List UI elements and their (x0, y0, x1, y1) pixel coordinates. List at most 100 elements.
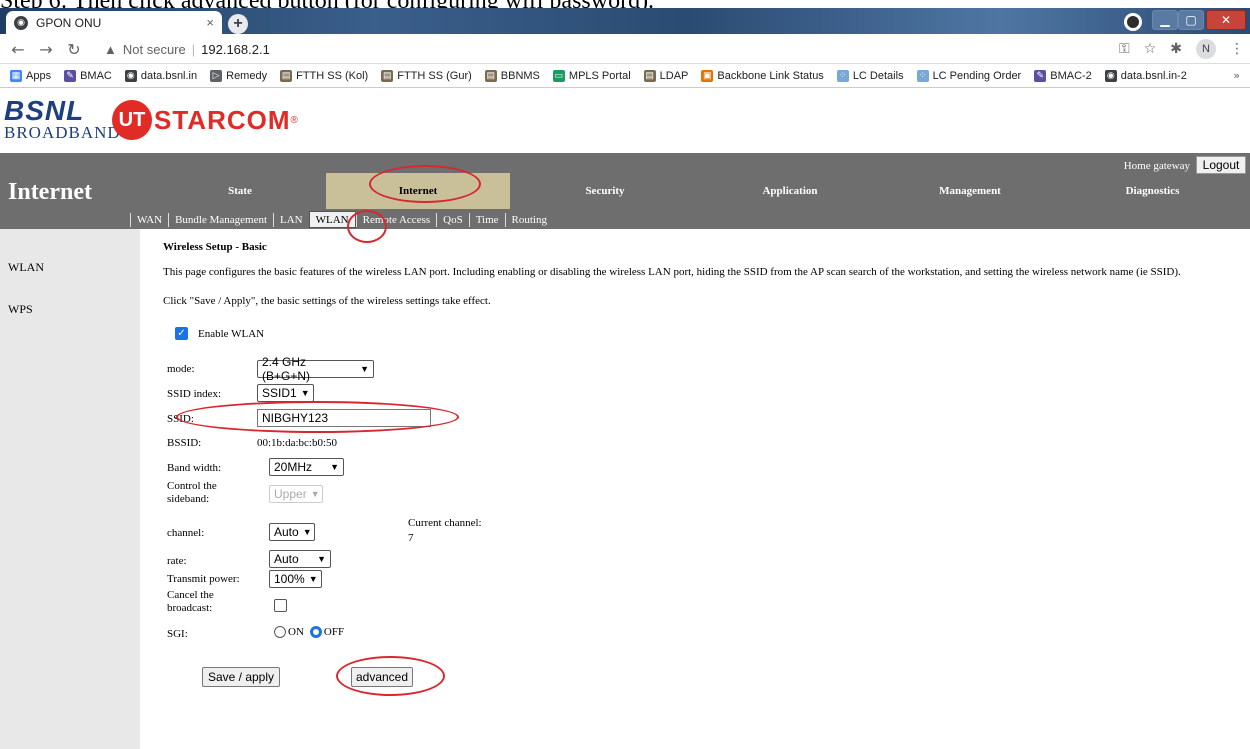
tab-state[interactable]: State (155, 173, 325, 209)
address-bar[interactable]: ▲ Not secure | 192.168.2.1 (100, 38, 1100, 60)
subtab-routing[interactable]: Routing (504, 212, 553, 227)
page-instruction: Click "Save / Apply", the basic settings… (163, 295, 491, 307)
logout-button[interactable]: Logout (1196, 156, 1246, 174)
transmit-power-select[interactable]: 100% ▼ (269, 570, 322, 588)
chevron-down-icon: ▼ (360, 364, 369, 374)
registered-mark: ® (290, 114, 298, 126)
tab-management[interactable]: Management (880, 173, 1060, 209)
mode-select[interactable]: 2.4 GHz (B+G+N) ▼ (257, 355, 374, 383)
tab-internet[interactable]: Internet (326, 173, 510, 209)
sgi-off-radio[interactable] (309, 626, 322, 638)
tab-application[interactable]: Application (700, 173, 880, 209)
subtab-qos[interactable]: QoS (436, 212, 469, 227)
section-title: Internet (8, 179, 92, 205)
bookmark-label: Remedy (226, 69, 268, 82)
rate-select[interactable]: Auto ▼ (269, 550, 331, 568)
bookmark-label: Backbone Link Status (717, 69, 824, 82)
ssid-input[interactable]: NIBGHY123 (257, 409, 431, 427)
bsnl-logo-text: BSNL (4, 95, 85, 126)
bookmark-label: BMAC-2 (1050, 69, 1092, 82)
bookmark-icon: ◉ (1104, 69, 1117, 82)
bookmark-icon: ⁘ (916, 69, 929, 82)
bookmark-item[interactable]: ▤ FTTH SS (Gur) (381, 69, 472, 82)
subtab-lan[interactable]: LAN (273, 212, 309, 227)
bookmark-item[interactable]: ▷ Remedy (210, 69, 268, 82)
bookmark-label: MPLS Portal (568, 69, 631, 82)
save-apply-button[interactable]: Save / apply (202, 667, 280, 687)
profile-indicator-icon[interactable] (1124, 13, 1142, 31)
channel-label: channel: (167, 527, 205, 539)
bookmark-item[interactable]: ▣ Backbone Link Status (701, 69, 824, 82)
bookmark-item[interactable]: ▤ FTTH SS (Kol) (280, 69, 369, 82)
sideband-label: Control the sideband: (167, 480, 217, 505)
subtab-wan[interactable]: WAN (130, 212, 168, 227)
bookmark-item[interactable]: ✎ BMAC-2 (1034, 69, 1092, 82)
key-icon[interactable]: ⚿ (1119, 41, 1130, 57)
sgi-on-label: ON (288, 626, 304, 638)
new-tab-button[interactable]: + (228, 14, 248, 34)
sgi-off-label: OFF (323, 626, 345, 638)
menu-dots-icon[interactable]: ⋮ (1230, 41, 1244, 57)
reload-icon[interactable]: ↻ (64, 39, 84, 59)
ssid-index-select[interactable]: SSID1 ▼ (257, 384, 314, 402)
cancel-broadcast-checkbox[interactable] (274, 599, 287, 612)
bookmark-label: FTTH SS (Kol) (296, 69, 369, 82)
profile-avatar[interactable]: N (1196, 39, 1216, 59)
close-tab-icon[interactable]: × (206, 15, 214, 30)
bookmark-icon: ▤ (484, 69, 497, 82)
extensions-icon[interactable]: ✱ (1170, 41, 1182, 57)
bookmark-label: LC Details (852, 69, 904, 82)
chevron-down-icon: ▼ (317, 554, 326, 564)
back-arrow-icon[interactable]: ← (8, 39, 28, 59)
bookmark-icon: ▷ (210, 69, 223, 82)
bookmark-item[interactable]: ◉ data.bsnl.in-2 (1104, 69, 1187, 82)
ssid-index-label: SSID index: (167, 388, 222, 400)
bookmark-icon: ▦ (10, 69, 22, 82)
subtab-wlan[interactable]: WLAN (308, 211, 356, 228)
enable-wlan-checkbox[interactable]: ✓ (175, 327, 188, 340)
bookmark-item[interactable]: ▦ Apps (10, 69, 51, 82)
enable-wlan-label: Enable WLAN (198, 327, 265, 340)
bookmark-label: FTTH SS (Gur) (397, 69, 472, 82)
bandwidth-select[interactable]: 20MHz ▼ (269, 458, 344, 476)
minimize-icon[interactable]: ▁ (1152, 10, 1178, 30)
chevron-down-icon: ▼ (300, 388, 310, 398)
maximize-icon[interactable]: ▢ (1178, 10, 1204, 30)
wlan-basic-settings-panel: Wireless Setup - Basic This page configu… (140, 229, 1250, 749)
sideband-select: Upper ▼ (269, 485, 323, 503)
subtab-remote-access[interactable]: Remote Access (355, 212, 437, 227)
subtab-bundle-management[interactable]: Bundle Management (168, 212, 273, 227)
sub-navigation: WAN Bundle Management LAN WLAN Remote Ac… (130, 210, 553, 229)
advanced-button[interactable]: advanced (351, 667, 413, 687)
tab-security[interactable]: Security (510, 173, 700, 209)
browser-tab[interactable]: ◉ GPON ONU × (6, 11, 222, 34)
bookmark-icon: ✎ (64, 69, 77, 82)
bookmark-icon: ⁘ (836, 69, 849, 82)
bookmark-item[interactable]: ▤ LDAP (643, 69, 689, 82)
bookmark-label: LDAP (659, 69, 689, 82)
close-window-icon[interactable]: ✕ (1206, 10, 1246, 30)
tab-diagnostics[interactable]: Diagnostics (1060, 173, 1245, 209)
bookmark-label: BBNMS (500, 69, 540, 82)
bookmark-item[interactable]: ▤ BBNMS (484, 69, 540, 82)
bandwidth-label: Band width: (167, 462, 222, 474)
subtab-time[interactable]: Time (468, 212, 505, 227)
bookmark-item[interactable]: ⁘ LC Details (836, 69, 904, 82)
bookmark-item[interactable]: ◉ data.bsnl.in (124, 69, 197, 82)
bookmarks-overflow-icon[interactable]: » (1233, 69, 1240, 82)
forward-arrow-icon[interactable]: → (36, 39, 56, 59)
utstarcom-logo-text: STARCOM (154, 104, 291, 135)
bookmark-item[interactable]: ✎ BMAC (64, 69, 112, 82)
bookmark-item[interactable]: ▭ MPLS Portal (552, 69, 631, 82)
sgi-on-radio[interactable] (274, 626, 286, 638)
chevron-down-icon: ▼ (310, 489, 320, 499)
page-title: Wireless Setup - Basic (163, 241, 267, 253)
page-description: This page configures the basic features … (163, 266, 1181, 278)
sidebar-item-wps[interactable]: WPS (8, 302, 33, 317)
bookmark-item[interactable]: ⁘ LC Pending Order (916, 69, 1021, 82)
bssid-value: 00:1b:da:bc:b0:50 (257, 437, 338, 449)
star-icon[interactable]: ☆ (1144, 41, 1157, 57)
channel-select[interactable]: Auto ▼ (269, 523, 315, 541)
sidebar-item-wlan[interactable]: WLAN (8, 260, 44, 275)
bsnl-logo-subtext: BROADBAND (4, 123, 121, 142)
